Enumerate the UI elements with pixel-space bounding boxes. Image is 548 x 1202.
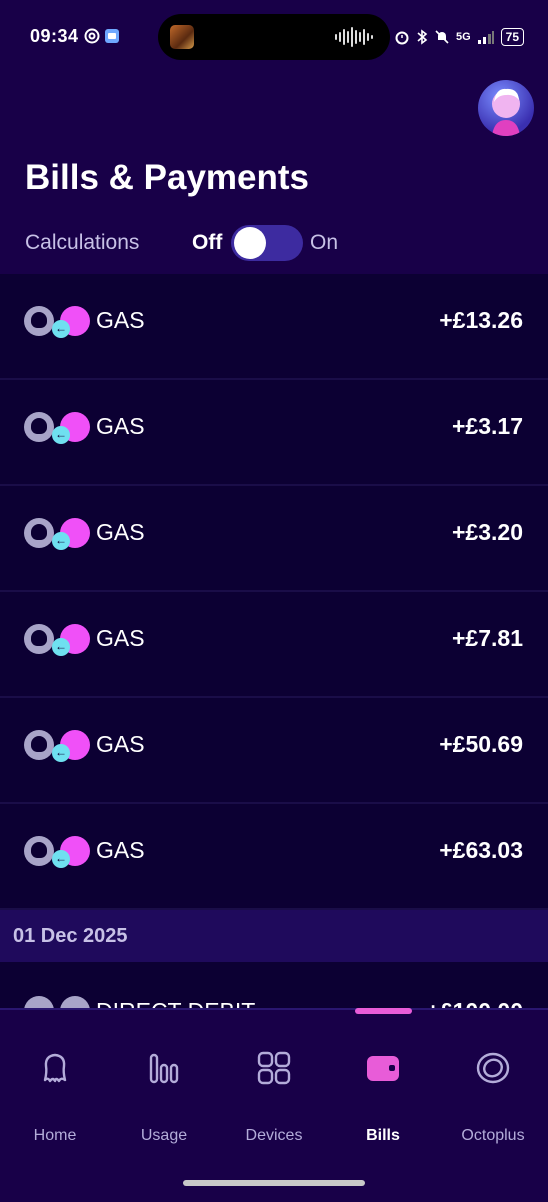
transaction-icons: ← [24, 624, 92, 660]
notification-app-icon [105, 29, 119, 43]
nav-item-usage[interactable]: Usage [114, 1050, 214, 1150]
transaction-row[interactable]: DIRECT DEBIT +£100.00 [0, 962, 548, 1009]
transaction-icons: ← [24, 730, 92, 766]
octopus-grey-icon [24, 306, 54, 336]
arrow-left-icon: ← [52, 638, 70, 656]
calculations-label: Calculations [25, 231, 140, 254]
nav-label: Home [33, 1127, 77, 1144]
nav-item-home[interactable]: Home [5, 1050, 105, 1150]
toggle-knob [234, 227, 266, 259]
octopus-grey-icon [24, 836, 54, 866]
media-thumbnail [170, 25, 194, 49]
octopus-icon [43, 1053, 67, 1083]
wallet-icon [367, 1056, 399, 1081]
transaction-amount: +£7.81 [452, 625, 523, 651]
dynamic-island [158, 14, 390, 60]
transaction-amount: +£3.17 [452, 413, 523, 439]
transaction-amount: +£50.69 [439, 731, 523, 757]
home-indicator[interactable] [183, 1180, 365, 1186]
bottom-nav: Home Usage Devices Bills Octoplus [0, 1008, 548, 1202]
bell-muted-icon [435, 30, 449, 44]
avatar-character-icon [492, 88, 520, 136]
transaction-label: GAS [96, 307, 145, 333]
transaction-label: GAS [96, 519, 145, 545]
transaction-label: GAS [96, 413, 145, 439]
octopus-grey-icon [24, 518, 54, 548]
battery-indicator: 75 [500, 28, 524, 46]
transaction-label: GAS [96, 625, 145, 651]
nav-item-bills[interactable]: Bills [333, 1050, 433, 1150]
arrow-left-icon: ← [52, 850, 70, 868]
status-bar: 09:34 5G 75 [0, 0, 548, 72]
nav-label: Devices [245, 1127, 303, 1144]
status-icons: 5G 75 [394, 26, 524, 48]
page-title: Bills & Payments [25, 158, 309, 197]
transaction-amount: +£13.26 [439, 307, 523, 333]
transaction-icons: ← [24, 836, 92, 872]
transaction-amount: +£63.03 [439, 837, 523, 863]
nav-label: Bills [366, 1127, 400, 1144]
grid-icon [257, 1051, 291, 1085]
alarm-icon [395, 31, 409, 45]
bar-chart-icon [149, 1053, 179, 1084]
status-time: 09:34 [30, 26, 79, 46]
nav-active-indicator [355, 1008, 412, 1014]
arrow-left-icon: ← [52, 426, 70, 444]
coin-icon [476, 1052, 510, 1084]
at-sign-icon [84, 28, 100, 44]
transaction-amount: +£3.20 [452, 519, 523, 545]
transaction-label: GAS [96, 731, 145, 757]
octopus-grey-icon [24, 412, 54, 442]
nav-label: Octoplus [461, 1127, 525, 1144]
transaction-label: GAS [96, 837, 145, 863]
transaction-icons: ← [24, 518, 92, 554]
transaction-row[interactable]: ← GAS +£3.20 [0, 486, 548, 592]
transaction-icons: ← [24, 306, 92, 342]
octopus-grey-icon [24, 624, 54, 654]
nav-label: Usage [140, 1127, 188, 1144]
toggle-on-label: On [310, 231, 339, 254]
transaction-row[interactable]: ← GAS +£50.69 [0, 698, 548, 804]
transaction-row[interactable]: ← GAS +£3.17 [0, 380, 548, 486]
arrow-left-icon: ← [52, 744, 70, 762]
audio-waveform-icon [335, 27, 373, 47]
signal-icon [477, 31, 494, 44]
transaction-icons: ← [24, 412, 92, 448]
arrow-left-icon: ← [52, 532, 70, 550]
calculations-toggle[interactable] [231, 225, 303, 261]
transaction-list[interactable]: ← GAS +£13.26 ← GAS +£3.17 ← GAS +£3.20 … [0, 274, 548, 1009]
octopus-grey-icon [24, 730, 54, 760]
toggle-off-label: Off [192, 231, 223, 254]
transaction-row[interactable]: ← GAS +£7.81 [0, 592, 548, 698]
profile-avatar[interactable] [478, 80, 534, 136]
transaction-row[interactable]: ← GAS +£63.03 [0, 804, 548, 910]
nav-item-devices[interactable]: Devices [224, 1050, 324, 1150]
date-group-header: 01 Dec 2025 [0, 910, 548, 962]
bluetooth-icon [417, 29, 428, 45]
transaction-row[interactable]: ← GAS +£13.26 [0, 274, 548, 380]
network-type: 5G [455, 31, 471, 43]
arrow-left-icon: ← [52, 320, 70, 338]
nav-item-octoplus[interactable]: Octoplus [443, 1050, 543, 1150]
